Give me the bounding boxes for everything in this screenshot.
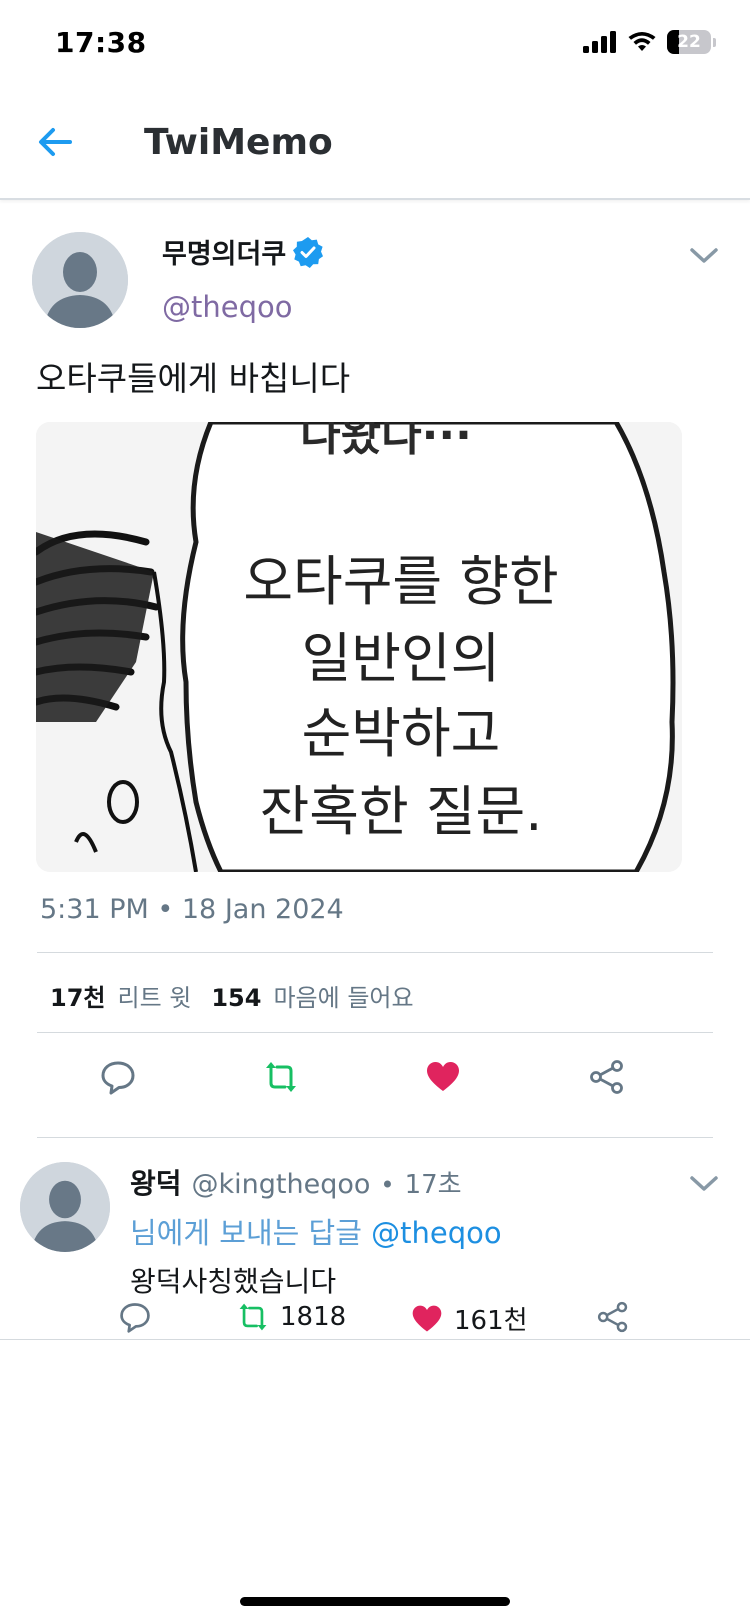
tweet-media[interactable]: 나왔다··· 오타쿠를 향한 일반인의 순박하고 잔혹한 질문.: [36, 422, 682, 872]
media-line-4: 잔혹한 질문.: [260, 780, 543, 843]
retweet-count[interactable]: 17천: [50, 978, 105, 1013]
reply-button[interactable]: [99, 1058, 137, 1096]
avatar[interactable]: [32, 232, 128, 328]
share-button[interactable]: [588, 1058, 626, 1096]
reply-to-line: 님에게 보내는 답글 @theqoo: [130, 1210, 502, 1252]
default-avatar-icon: [32, 232, 128, 328]
like-icon: [412, 1305, 442, 1332]
retweet-button[interactable]: [262, 1058, 300, 1096]
manga-panel-image: 나왔다··· 오타쿠를 향한 일반인의 순박하고 잔혹한 질문.: [36, 422, 682, 872]
wifi-icon: [628, 32, 656, 51]
reply-icon: [120, 1303, 150, 1333]
media-line-3: 순박하고: [302, 702, 501, 765]
share-icon: [590, 1060, 623, 1094]
media-line-2: 일반인의: [302, 627, 501, 690]
chevron-down-icon: [690, 1176, 718, 1191]
reply-tweet[interactable]: 왕덕 @kingtheqoo • 17초 님에게 보내는 답글 @theqoo …: [0, 1142, 750, 1340]
status-bar: 17:38 22: [0, 0, 750, 90]
reply-header: 왕덕 @kingtheqoo • 17초: [130, 1162, 462, 1202]
separator-dot: •: [380, 1171, 395, 1199]
nav-bar: TwiMemo: [0, 100, 750, 200]
reply-retweet-count: 1818: [280, 1302, 347, 1332]
battery-tip: [713, 37, 716, 47]
display-name[interactable]: 무명의더쿠: [162, 232, 286, 271]
reply-text: 왕덕사칭했습니다: [130, 1265, 337, 1298]
reply-to-prefix: 님에게 보내는 답글: [130, 1216, 362, 1250]
reply-share-button[interactable]: [596, 1300, 630, 1334]
tweet-stats: 17천 리트 윗 154 마음에 들어요: [50, 978, 434, 1013]
share-icon: [597, 1301, 628, 1333]
tweet-action-bar: [0, 1052, 750, 1112]
tweet-timestamp: 5:31 PM • 18 Jan 2024: [40, 894, 344, 925]
arrow-left-icon: [39, 128, 72, 156]
signal-icon: [583, 31, 616, 53]
reply-handle[interactable]: @kingtheqoo: [192, 1169, 371, 1200]
reply-like-button[interactable]: 161천: [410, 1300, 528, 1337]
reply-retweet-button[interactable]: 1818: [236, 1300, 346, 1334]
like-count[interactable]: 154: [211, 984, 261, 1012]
media-line-1: 오타쿠를 향한: [243, 550, 558, 613]
retweet-label[interactable]: 리트 윗: [117, 978, 191, 1013]
reply-menu-button[interactable]: [688, 1174, 720, 1194]
battery-level: 22: [677, 32, 701, 52]
reply-action-bar: 1818 161천: [0, 1300, 750, 1340]
status-icons: 22: [583, 30, 716, 54]
verified-badge-icon: [293, 236, 324, 268]
divider: [37, 1137, 713, 1138]
tweet-text: 오타쿠들에게 바칩니다: [36, 359, 351, 398]
author-row: 무명의더쿠: [162, 232, 324, 271]
divider: [37, 1032, 713, 1033]
status-time: 17:38: [55, 26, 147, 59]
chevron-down-icon: [690, 248, 718, 263]
retweet-icon: [266, 1062, 296, 1092]
home-indicator[interactable]: [240, 1597, 510, 1606]
default-avatar-icon: [20, 1162, 110, 1252]
tweet-menu-button[interactable]: [688, 246, 720, 266]
author-handle[interactable]: @theqoo: [162, 290, 293, 324]
retweet-icon: [239, 1303, 267, 1331]
reply-time: 17초: [404, 1170, 462, 1200]
like-label[interactable]: 마음에 들어요: [273, 978, 413, 1013]
reply-icon: [101, 1061, 135, 1095]
reply-reply-button[interactable]: [118, 1300, 152, 1334]
reply-to-mention[interactable]: @theqoo: [371, 1216, 502, 1250]
reply-avatar[interactable]: [20, 1162, 110, 1252]
page-title: TwiMemo: [144, 122, 333, 163]
media-top-text: 나왔다···: [300, 422, 472, 461]
back-button[interactable]: [34, 120, 78, 164]
like-icon: [427, 1062, 459, 1091]
like-button[interactable]: [424, 1058, 462, 1096]
divider: [37, 952, 713, 953]
reply-display-name[interactable]: 왕덕: [130, 1162, 182, 1202]
reply-like-count: 161천: [454, 1306, 528, 1336]
battery-icon: 22: [667, 30, 711, 54]
